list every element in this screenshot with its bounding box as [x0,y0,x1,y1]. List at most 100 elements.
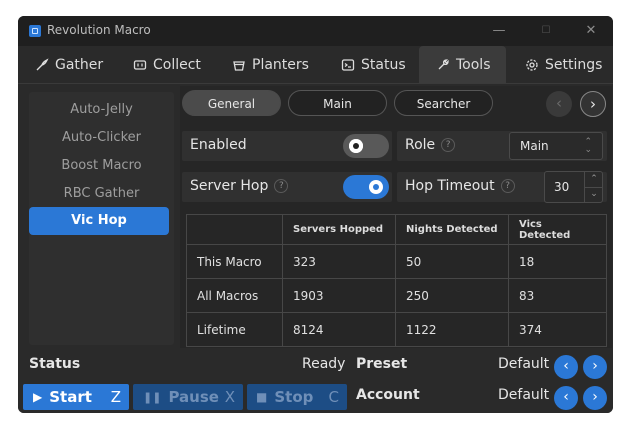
enabled-toggle-knob [349,139,363,153]
settings-icon [526,58,538,71]
tab-gather[interactable]: Gather [35,46,103,83]
table-cell: 1903 [282,278,396,313]
tools-sidebar: Auto-Jelly Auto-Clicker Boost Macro RBC … [29,92,174,345]
tab-settings[interactable]: Settings [525,46,602,83]
pause-hotkey: X [224,388,235,406]
table-row: This Macro 323 50 18 [186,244,607,279]
subtab-main[interactable]: Main [288,90,387,116]
status-value: Ready [302,356,346,372]
table-cell: 83 [508,278,607,313]
table-row: Lifetime 8124 1122 374 [186,312,607,347]
tab-collect-label: Collect [153,56,201,73]
status-icon [341,58,355,71]
pause-icon: ❚❚ [143,390,162,404]
preset-prev-button[interactable]: ‹ [554,355,578,379]
pause-button[interactable]: ❚❚ Pause X [133,384,243,410]
sidebar-item-boost-macro[interactable]: Boost Macro [29,153,174,179]
maximize-button[interactable]: ☐ [535,20,557,42]
hop-timeout-label-wrap: Hop Timeout? [405,178,515,194]
account-next-button[interactable]: › [583,386,607,410]
hop-timeout-stepper[interactable]: 30 ⌃ ⌄ [544,171,603,203]
tab-planters[interactable]: Planters [232,46,309,83]
vic-hop-panel: General Main Searcher ‹ › Enabled #k-en:… [180,86,612,348]
pause-label: Pause [168,388,219,406]
table-row: All Macros 1903 250 83 [186,278,607,313]
play-icon: ▶ [33,390,43,404]
tab-tools-label: Tools [456,56,491,73]
role-help-icon[interactable]: ? [441,138,456,152]
select-arrows-icon: ⌃ ⌄ [584,137,592,155]
account-prev-button[interactable]: ‹ [554,386,578,410]
table-cell: 18 [508,244,607,279]
table-header-cell: Nights Detected [395,214,509,245]
minimize-button[interactable]: — [488,20,510,42]
gather-icon [36,57,49,70]
subtab-general[interactable]: General [182,90,281,116]
window-title: Revolution Macro [47,23,151,37]
role-row: Role? Main ⌃ ⌄ [397,131,607,161]
server-hop-toggle-knob [369,180,383,194]
preset-value: Default [498,356,550,372]
tab-tools[interactable]: Tools [419,46,506,83]
sidebar-item-rbc-gather[interactable]: RBC Gather [29,181,174,207]
start-button[interactable]: ▶ Start Z [23,384,129,410]
hop-timeout-help-icon[interactable]: ? [500,179,515,193]
sidebar-item-auto-clicker[interactable]: Auto-Clicker [29,125,174,151]
role-select[interactable]: Main ⌃ ⌄ [509,132,603,160]
role-label: Role [405,137,436,153]
sidebar-item-auto-jelly[interactable]: Auto-Jelly [29,97,174,123]
start-label: Start [49,388,92,406]
subtab-next-button[interactable]: › [580,91,606,117]
role-label-wrap: Role? [405,137,456,153]
tab-gather-label: Gather [55,56,104,73]
server-hop-label: Server Hop [190,178,269,194]
subtab-prev-button[interactable]: ‹ [546,91,572,117]
tab-status[interactable]: Status [341,46,406,83]
server-hop-help-icon[interactable]: ? [274,179,289,193]
table-header-cell: Vics Detected [508,214,607,245]
server-hop-row: Server Hop? [182,172,392,202]
account-value: Default [498,387,550,403]
tab-status-label: Status [361,56,406,73]
tools-icon [438,58,449,69]
main-tab-bar: Gather Collect Planters Status Tools Set… [18,46,613,84]
preset-next-button[interactable]: › [583,355,607,379]
role-select-value: Main [520,139,549,153]
server-hop-toggle[interactable] [343,175,389,199]
close-button[interactable]: ✕ [580,20,602,42]
tab-planters-label: Planters [252,56,309,73]
table-header-row: Servers Hopped Nights Detected Vics Dete… [186,214,607,245]
start-hotkey: Z [110,388,121,406]
tab-collect[interactable]: Collect [133,46,201,83]
table-cell: This Macro [186,244,283,279]
enabled-label: Enabled [190,137,247,153]
tab-settings-label: Settings [545,56,603,73]
stop-button[interactable]: ■ Stop C [247,384,347,410]
enabled-toggle[interactable] [343,134,389,158]
stepper-up-icon[interactable]: ⌃ [584,172,603,187]
main-window: Revolution Macro — ☐ ✕ Gather Collect Pl… [18,16,613,413]
status-label: Status [29,356,81,372]
sidebar-item-vic-hop[interactable]: Vic Hop [29,207,169,235]
vic-hop-stats-table: Servers Hopped Nights Detected Vics Dete… [186,214,607,347]
hop-timeout-value: 30 [554,180,570,194]
preset-label: Preset [356,356,408,372]
enabled-row: Enabled [182,131,392,161]
stop-icon: ■ [256,390,268,404]
table-header-cell: Servers Hopped [282,214,396,245]
planters-icon [233,60,245,71]
table-cell: 374 [508,312,607,347]
table-cell: 50 [395,244,509,279]
table-cell: All Macros [186,278,283,313]
table-cell: Lifetime [186,312,283,347]
title-bar: Revolution Macro — ☐ ✕ [18,16,613,46]
table-cell: 323 [282,244,396,279]
hop-timeout-row: Hop Timeout? 30 ⌃ ⌄ [397,171,607,203]
account-label: Account [356,387,420,403]
stepper-down-icon[interactable]: ⌄ [584,187,603,203]
table-cell: 1122 [395,312,509,347]
app-logo-icon [29,25,41,37]
table-cell: 250 [395,278,509,313]
subtab-searcher[interactable]: Searcher [394,90,493,116]
hop-timeout-label: Hop Timeout [405,178,495,194]
